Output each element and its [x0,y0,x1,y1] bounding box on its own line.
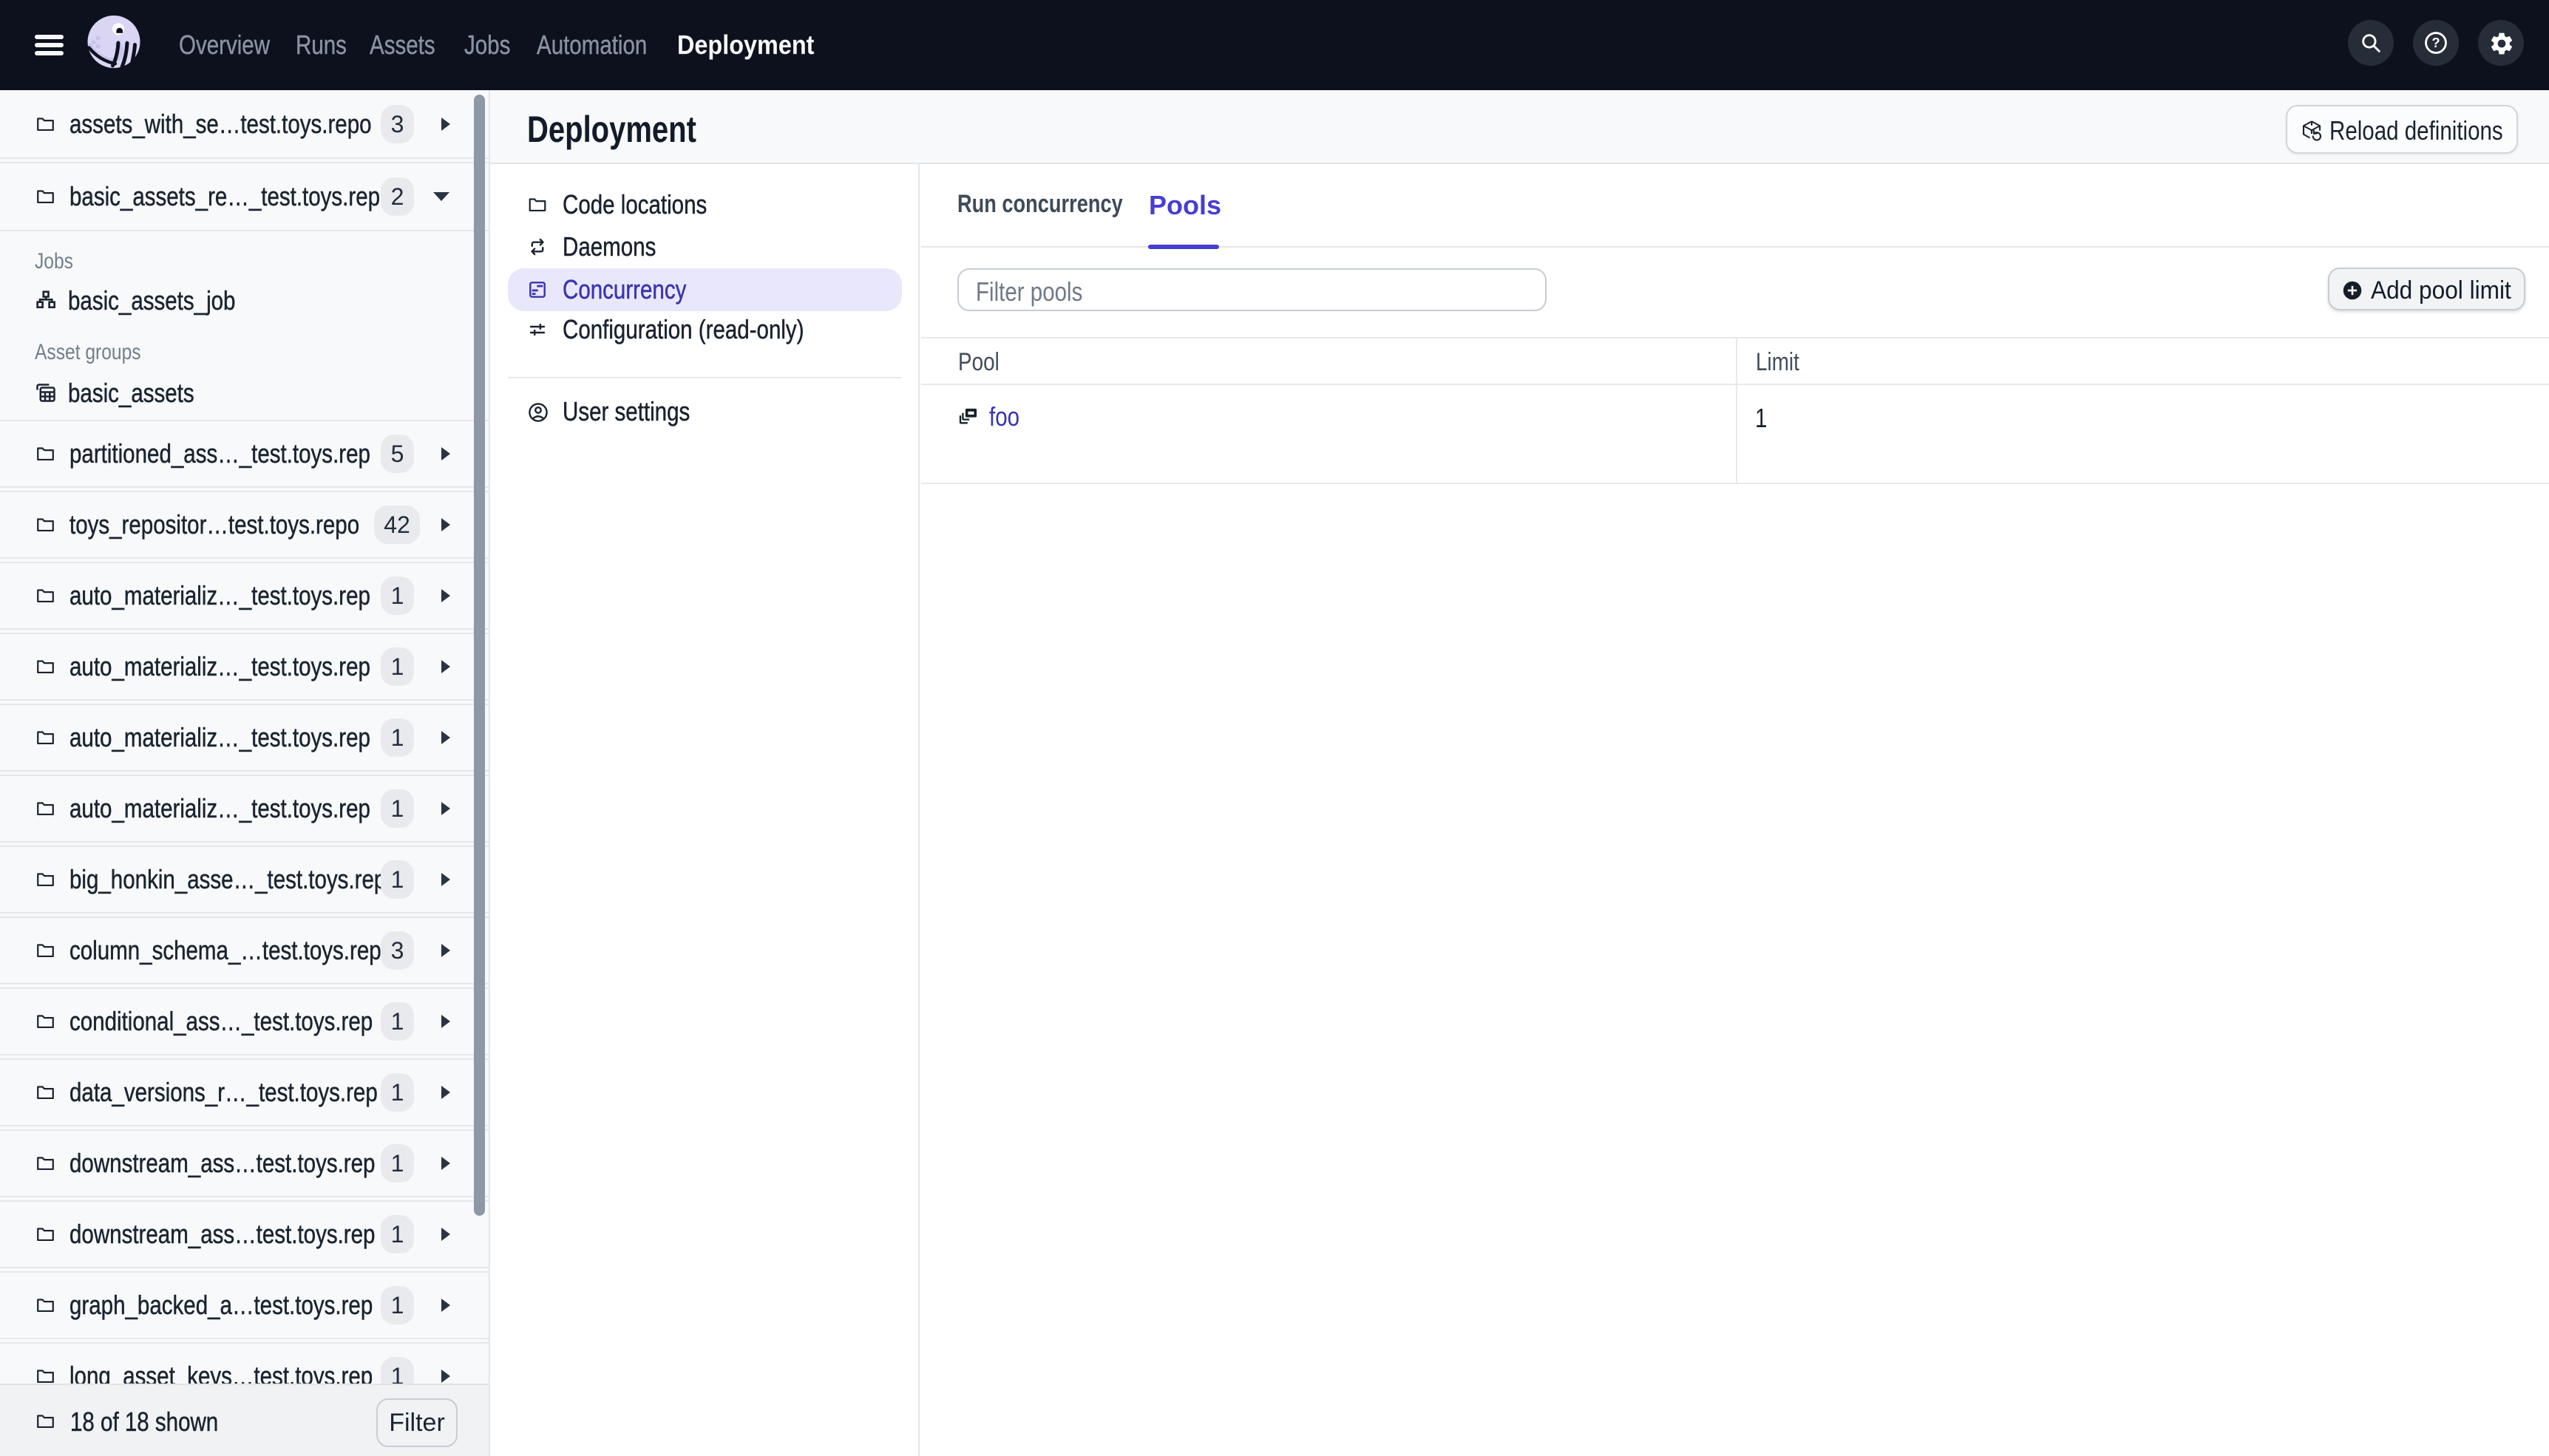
svg-text:?: ? [2431,35,2440,50]
